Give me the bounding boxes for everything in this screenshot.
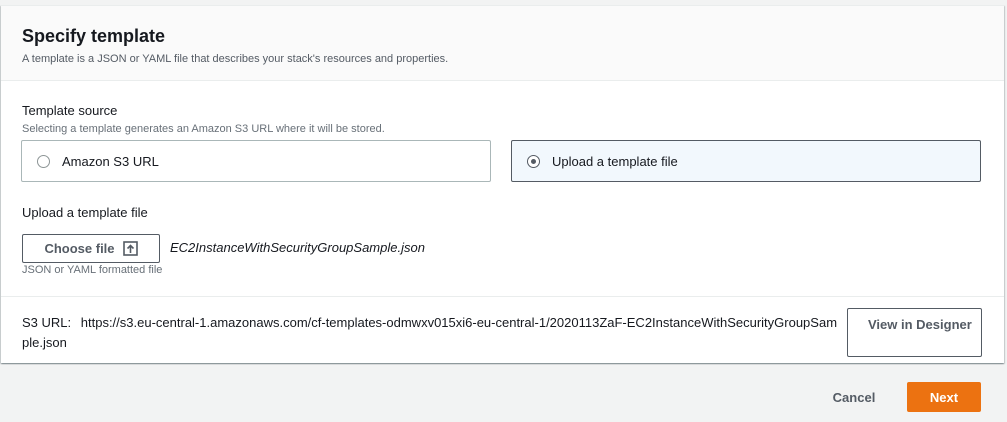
s3-url-value: https://s3.eu-central-1.amazonaws.com/cf… [22,315,838,350]
radio-amazon-s3-url[interactable]: Amazon S3 URL [21,140,491,182]
radio-label: Amazon S3 URL [62,153,159,169]
template-source-description: Selecting a template generates an Amazon… [22,123,385,135]
specify-template-panel: Specify template A template is a JSON or… [1,5,1004,363]
choose-file-button[interactable]: Choose file [22,234,160,263]
upload-template-label: Upload a template file [22,205,148,220]
file-format-hint: JSON or YAML formatted file [22,264,163,276]
divider [1,296,1004,297]
view-in-designer-button[interactable]: View in Designer [847,308,982,357]
selected-file-name: EC2InstanceWithSecurityGroupSample.json [170,240,425,255]
cancel-button[interactable]: Cancel [818,383,890,412]
next-button[interactable]: Next [907,382,981,412]
radio-upload-template-file[interactable]: Upload a template file [511,140,981,182]
radio-button-unselected[interactable] [37,154,50,168]
upload-icon [122,241,138,256]
radio-button-selected[interactable] [527,154,540,168]
panel-title: Specify template [22,26,166,46]
s3-url-label: S3 URL: [22,315,72,330]
radio-label: Upload a template file [552,153,678,169]
s3-url-text: S3 URL: https://s3.eu-central-1.amazonaw… [22,313,844,353]
panel-header: Specify template A template is a JSON or… [1,6,1004,81]
choose-file-label: Choose file [44,241,115,256]
panel-description: A template is a JSON or YAML file that d… [22,53,449,65]
template-source-label: Template source [22,103,118,118]
